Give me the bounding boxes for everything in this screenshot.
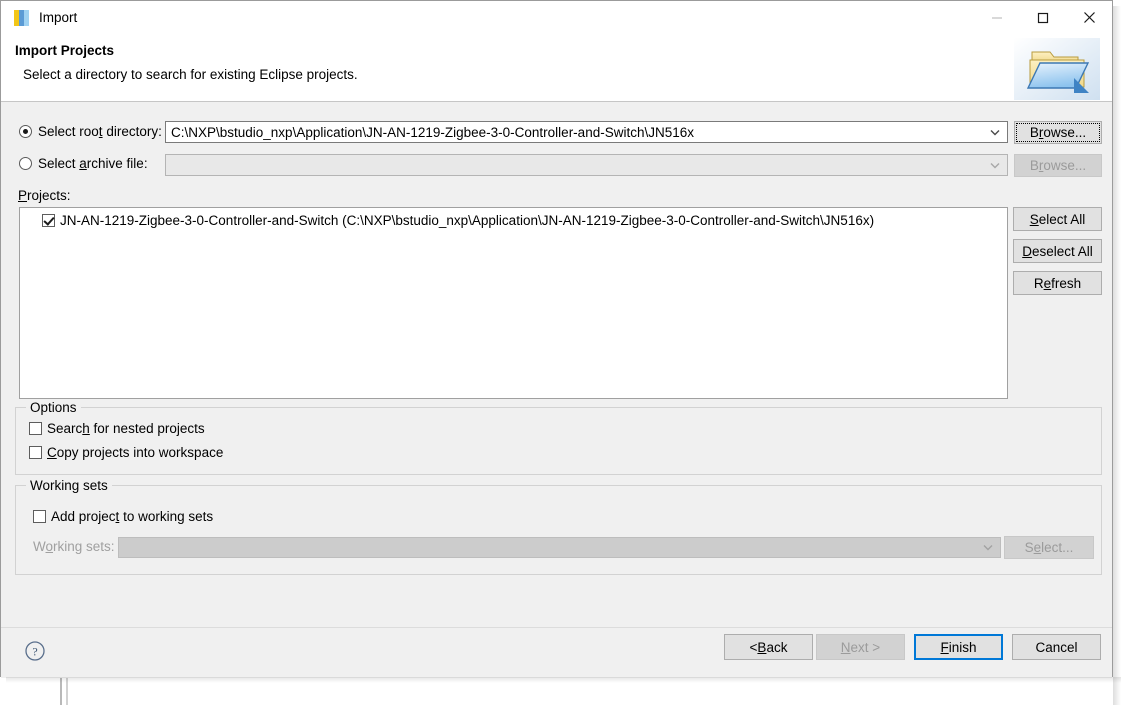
options-group: Options Search for nested projects Copy … bbox=[15, 400, 1102, 475]
checkbox-indicator-nested bbox=[29, 422, 42, 435]
close-icon[interactable] bbox=[1066, 1, 1112, 34]
copy-projects-checkbox[interactable]: Copy projects into workspace bbox=[29, 445, 223, 460]
import-dialog: Import Import Projects Select a director… bbox=[0, 0, 1113, 678]
select-root-directory-label: Select root directory: bbox=[38, 124, 162, 139]
copy-projects-label: Copy projects into workspace bbox=[47, 445, 224, 460]
window-controls bbox=[974, 1, 1112, 34]
list-item[interactable]: JN-AN-1219-Zigbee-3-0-Controller-and-Swi… bbox=[20, 208, 1007, 228]
maximize-icon[interactable] bbox=[1020, 1, 1066, 34]
add-project-to-working-sets-label: Add project to working sets bbox=[51, 509, 214, 524]
browse-archive-file-button[interactable]: Br owse... bbox=[1014, 154, 1102, 177]
window-title: Import bbox=[39, 10, 78, 25]
archive-file-combo[interactable] bbox=[165, 154, 1008, 176]
options-group-title: Options bbox=[26, 400, 81, 415]
working-sets-group: Working sets Add project to working sets… bbox=[15, 478, 1102, 575]
browse-root-directory-button[interactable]: Br owse... bbox=[1014, 121, 1102, 144]
open-folder-icon bbox=[1014, 38, 1100, 100]
select-archive-file-label: Select archive file: bbox=[38, 156, 148, 171]
finish-button[interactable]: Finish bbox=[914, 634, 1003, 660]
chevron-down-icon-working-sets[interactable] bbox=[976, 544, 1000, 551]
dialog-header: Import Projects Select a directory to se… bbox=[1, 34, 1112, 102]
radio-indicator-root bbox=[19, 125, 32, 138]
select-archive-file-radio[interactable]: Select archive file: bbox=[19, 156, 148, 171]
page-subtitle: Select a directory to search for existin… bbox=[23, 67, 358, 82]
title-bar[interactable]: Import bbox=[1, 1, 1112, 34]
add-project-to-working-sets-checkbox[interactable]: Add project to working sets bbox=[33, 509, 213, 524]
working-sets-combo-label: Working sets: bbox=[33, 539, 115, 554]
cancel-button[interactable]: Cancel bbox=[1012, 634, 1101, 660]
next-button[interactable]: Next > bbox=[816, 634, 905, 660]
import-icon bbox=[14, 9, 30, 26]
page-title: Import Projects bbox=[15, 43, 115, 58]
dialog-body: Select root directory: C:\NXP\bstudio_nx… bbox=[1, 102, 1112, 627]
root-directory-combo[interactable]: C:\NXP\bstudio_nxp\Application\JN-AN-121… bbox=[165, 121, 1008, 143]
checkbox-indicator-copy bbox=[29, 446, 42, 459]
help-icon[interactable]: ? bbox=[24, 640, 46, 662]
search-nested-projects-checkbox[interactable]: Search for nested projects bbox=[29, 421, 205, 436]
root-directory-value[interactable]: C:\NXP\bstudio_nxp\Application\JN-AN-121… bbox=[166, 125, 983, 140]
select-root-directory-radio[interactable]: Select root directory: bbox=[19, 124, 162, 139]
search-nested-projects-label: Search for nested projects bbox=[47, 421, 205, 436]
back-button[interactable]: < Back bbox=[724, 634, 813, 660]
refresh-button[interactable]: Re fresh bbox=[1013, 271, 1102, 295]
project-checkbox[interactable] bbox=[42, 214, 55, 227]
working-sets-group-title: Working sets bbox=[26, 478, 112, 493]
dialog-footer: ? < Back Next > Finish Cancel bbox=[1, 627, 1112, 678]
dialog-shadow-right bbox=[1113, 6, 1121, 705]
working-sets-combo[interactable] bbox=[118, 537, 1001, 558]
projects-listbox[interactable]: JN-AN-1219-Zigbee-3-0-Controller-and-Swi… bbox=[19, 207, 1008, 399]
chevron-down-icon[interactable] bbox=[983, 129, 1007, 136]
svg-text:?: ? bbox=[32, 645, 37, 659]
project-label: JN-AN-1219-Zigbee-3-0-Controller-and-Swi… bbox=[60, 213, 875, 228]
minimize-icon[interactable] bbox=[974, 1, 1020, 34]
projects-label: Projects: bbox=[18, 188, 71, 203]
chevron-down-icon-archive[interactable] bbox=[983, 162, 1007, 169]
deselect-all-button[interactable]: Deselect All bbox=[1013, 239, 1102, 263]
dialog-shadow-bottom bbox=[6, 677, 1121, 683]
select-all-button[interactable]: Select All bbox=[1013, 207, 1102, 231]
checkbox-indicator-add-project bbox=[33, 510, 46, 523]
radio-indicator-archive bbox=[19, 157, 32, 170]
working-sets-select-button[interactable]: Se lect... bbox=[1004, 536, 1094, 559]
